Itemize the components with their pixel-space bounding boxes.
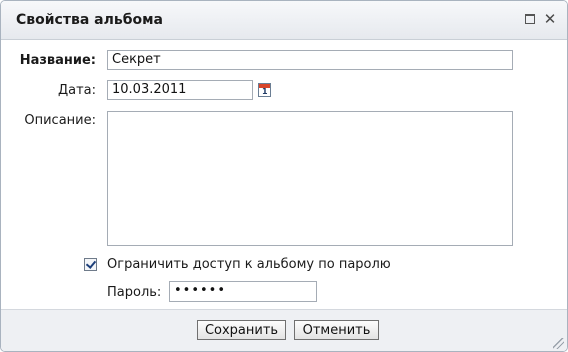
password-label: Пароль: [107, 285, 162, 300]
title-bar[interactable]: Свойства альбома ✕ [1, 1, 567, 40]
maximize-icon [525, 14, 535, 24]
date-label: Дата: [57, 83, 96, 98]
name-label: Название: [19, 53, 96, 68]
close-icon: ✕ [543, 10, 557, 28]
description-textarea[interactable] [107, 111, 513, 246]
close-button[interactable]: ✕ [543, 10, 557, 28]
calendar-icon[interactable]: 1 [258, 83, 271, 97]
restrict-access-checkbox[interactable] [84, 258, 97, 271]
dialog-footer: Сохранить Отменить [1, 309, 567, 351]
date-field[interactable]: 10.03.2011 [107, 80, 253, 100]
restrict-access-label[interactable]: Ограничить доступ к альбому по паролю [107, 257, 391, 272]
album-properties-dialog: Свойства альбома ✕ Название: Секрет Дата… [0, 0, 568, 352]
description-label: Описание: [24, 113, 96, 128]
calendar-icon-day: 1 [262, 87, 268, 96]
dialog-resize-grip-icon[interactable] [553, 338, 564, 349]
cancel-button[interactable]: Отменить [294, 320, 379, 340]
password-field[interactable]: •••••• [169, 281, 317, 302]
maximize-button[interactable] [523, 12, 537, 26]
name-field[interactable]: Секрет [107, 50, 513, 70]
save-button[interactable]: Сохранить [197, 320, 286, 340]
dialog-title: Свойства альбома [16, 12, 163, 28]
